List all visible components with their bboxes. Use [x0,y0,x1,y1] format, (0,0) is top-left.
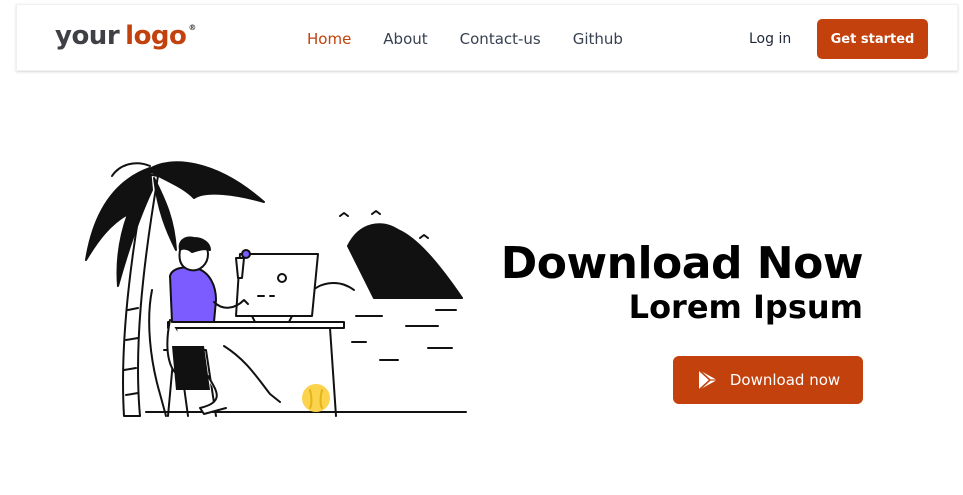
logo-text-your: your [55,21,120,51]
logo-registered-mark: ® [188,23,196,32]
play-store-icon [698,369,717,391]
nav-link-home[interactable]: Home [307,29,351,49]
hero-subtitle: Lorem Ipsum [628,288,863,326]
beach-laptop-illustration [85,161,467,417]
hero-title: Download Now [500,238,864,289]
get-started-button[interactable]: Get started [817,19,928,59]
logo-text-logo: logo [125,21,187,51]
login-link[interactable]: Log in [749,30,791,48]
main-nav: Home About Contact-us Github [307,29,655,49]
download-now-label: Download now [729,371,841,389]
navbar: your logo ® Home About Contact-us Github… [16,4,958,71]
brand-logo[interactable]: your logo ® [55,21,196,55]
nav-link-contact-us[interactable]: Contact-us [460,29,541,49]
nav-link-github[interactable]: Github [573,29,623,49]
nav-link-about[interactable]: About [383,29,427,49]
download-now-button[interactable]: Download now [673,356,863,404]
